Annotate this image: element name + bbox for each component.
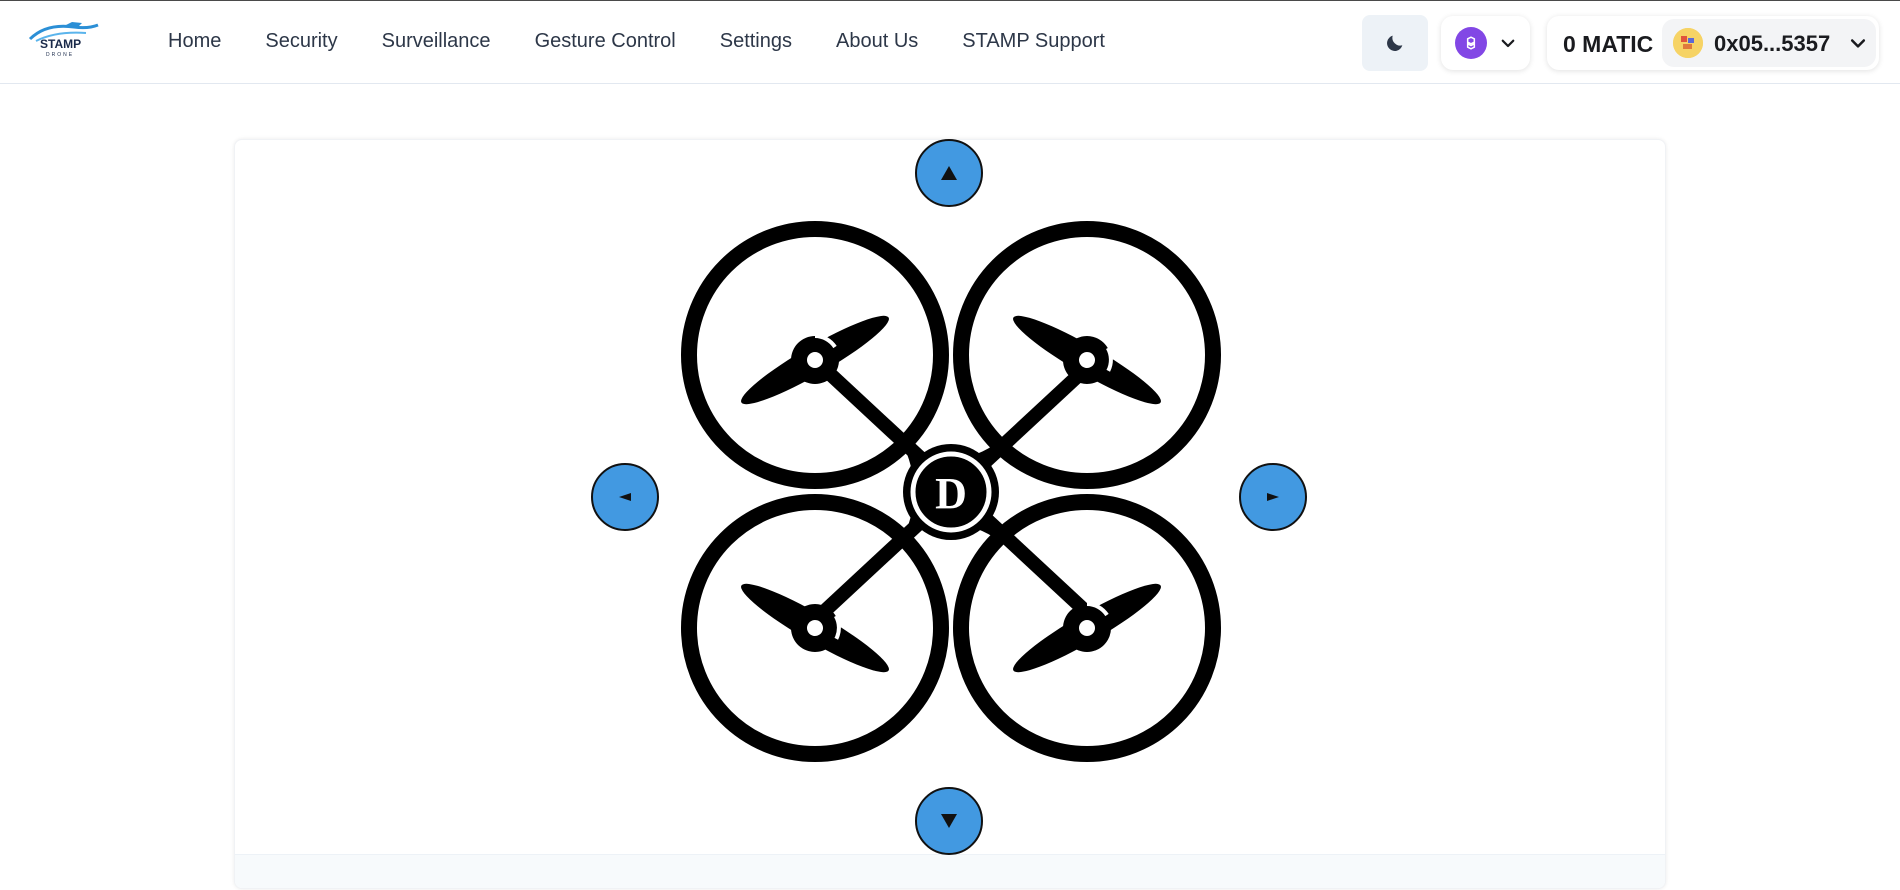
- nav-security[interactable]: Security: [265, 29, 337, 53]
- account-button[interactable]: 0x05...5357: [1662, 19, 1876, 67]
- wallet-account: 0 MATIC 0x05...5357: [1547, 16, 1879, 70]
- theme-toggle-button[interactable]: [1362, 15, 1428, 71]
- nav-gesture-control[interactable]: Gesture Control: [535, 29, 676, 53]
- move-up-button[interactable]: [915, 139, 983, 207]
- nav-home[interactable]: Home: [168, 29, 221, 53]
- wallet-address: 0x05...5357: [1714, 31, 1831, 56]
- nav-surveillance[interactable]: Surveillance: [382, 29, 491, 53]
- logo-subtext: DRONE: [46, 52, 74, 58]
- nav-settings[interactable]: Settings: [720, 29, 792, 53]
- panel-footer: [235, 854, 1665, 888]
- move-left-button[interactable]: [591, 463, 659, 531]
- arrow-left-icon: [619, 493, 631, 501]
- chevron-down-icon: [1501, 39, 1515, 48]
- top-navbar: STAMP DRONE Home Security Surveillance G…: [0, 0, 1900, 84]
- stamp-drone-logo[interactable]: STAMP DRONE: [26, 19, 102, 59]
- drone-image: D: [675, 210, 1235, 770]
- drone-control-panel: D: [234, 139, 1666, 889]
- arrow-up-icon: [941, 166, 957, 180]
- arrow-right-icon: [1267, 493, 1279, 501]
- polygon-icon: [1455, 27, 1487, 59]
- move-right-button[interactable]: [1239, 463, 1307, 531]
- chevron-down-icon: [1850, 39, 1866, 48]
- avatar: [1673, 28, 1703, 58]
- nav-stamp-support[interactable]: STAMP Support: [962, 29, 1105, 53]
- drone-center-letter: D: [935, 469, 967, 518]
- logo-text: STAMP: [40, 37, 81, 51]
- network-selector-button[interactable]: [1441, 16, 1530, 70]
- moon-icon: [1387, 35, 1403, 51]
- balance-label: 0 MATIC: [1563, 31, 1654, 57]
- arrow-down-icon: [941, 814, 957, 828]
- nav-about-us[interactable]: About Us: [836, 29, 918, 53]
- move-down-button[interactable]: [915, 787, 983, 855]
- main-nav: Home Security Surveillance Gesture Contr…: [168, 29, 1149, 53]
